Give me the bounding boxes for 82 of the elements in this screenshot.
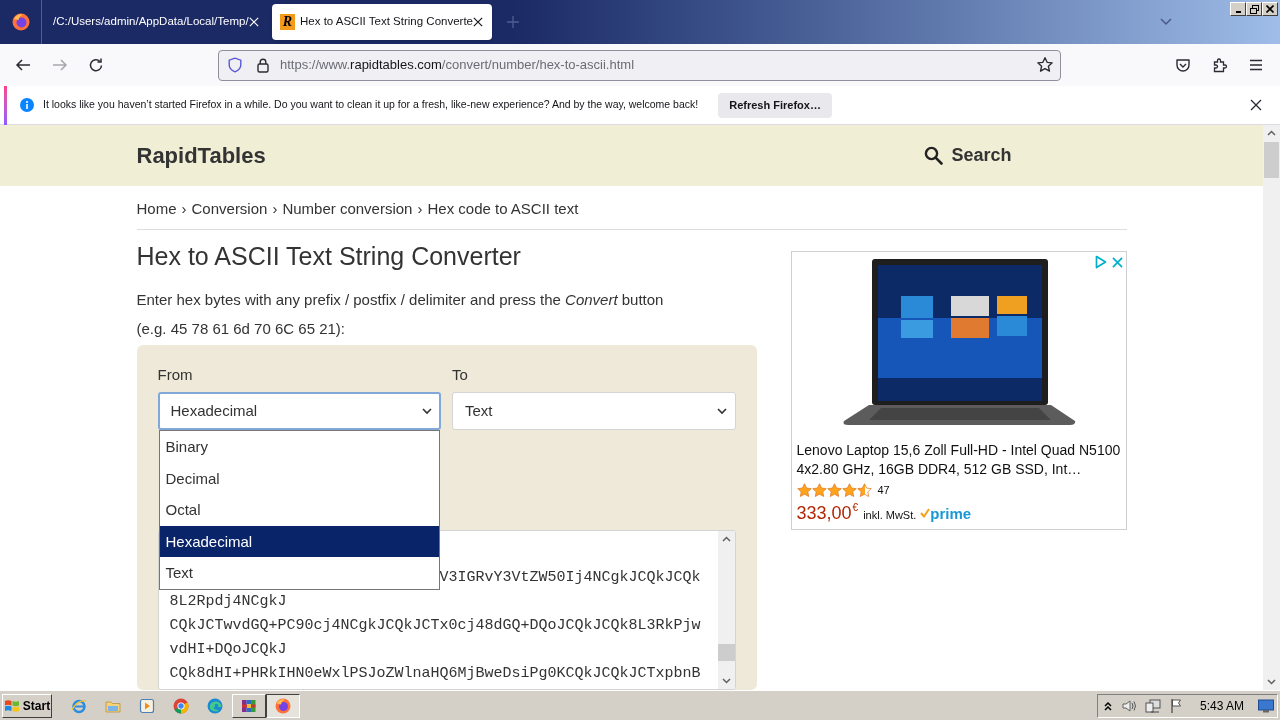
breadcrumb-link[interactable]: Home bbox=[136, 199, 177, 219]
close-button[interactable] bbox=[1262, 2, 1278, 16]
puzzle-piece-icon[interactable] bbox=[1212, 57, 1228, 73]
close-ad-icon[interactable] bbox=[1111, 256, 1123, 268]
dropdown-option[interactable]: Decimal bbox=[159, 462, 439, 494]
monitor-icon[interactable] bbox=[1258, 698, 1274, 713]
pocket-icon[interactable] bbox=[1175, 57, 1191, 73]
reload-icon[interactable] bbox=[88, 57, 104, 73]
page-title: Hex to ASCII Text String Converter bbox=[136, 241, 522, 272]
double-chevron-up-icon[interactable] bbox=[1102, 699, 1113, 712]
notification-message: It looks like you haven’t started Firefox in a while. Do you want to clean it up for a fresh, like-new experience? And by the way, welcome back! bbox=[43, 97, 699, 113]
review-count[interactable]: 47 bbox=[877, 482, 890, 499]
stacked-books-icon bbox=[241, 697, 257, 714]
browser-tab[interactable]: R Hex to ASCII Text String Converte bbox=[272, 4, 492, 40]
example-text: (e.g. 45 78 61 6d 70 6C 65 21): bbox=[136, 319, 346, 339]
page-scrollbar-track[interactable] bbox=[1263, 125, 1280, 690]
ie-logo-icon bbox=[71, 697, 87, 714]
windows-flag-icon bbox=[3, 698, 20, 713]
dropdown-option[interactable]: Hexadecimal bbox=[159, 525, 439, 557]
breadcrumb-link[interactable]: Number conversion bbox=[282, 199, 413, 219]
close-notification-icon[interactable] bbox=[1250, 99, 1262, 111]
checkmark-icon bbox=[920, 508, 931, 518]
dropdown-option[interactable]: Binary bbox=[159, 431, 439, 463]
search-link[interactable]: Search bbox=[951, 142, 1012, 169]
play-icon bbox=[139, 697, 155, 714]
restore-button[interactable] bbox=[1246, 2, 1262, 16]
close-tab-icon[interactable] bbox=[473, 17, 483, 27]
address-bar[interactable]: https://www.rapidtables.com/convert/number/hex-to-ascii.html bbox=[218, 49, 1061, 81]
notification-accent-bar bbox=[4, 85, 7, 125]
play-triangle-icon[interactable] bbox=[1094, 255, 1107, 269]
chevron-down-icon bbox=[422, 407, 432, 415]
breadcrumb-separator: › bbox=[181, 199, 187, 219]
prime-label: prime bbox=[930, 505, 972, 521]
to-select[interactable]: Text bbox=[452, 392, 736, 430]
chevron-down-icon bbox=[716, 407, 727, 415]
scrollbar-thumb[interactable] bbox=[1264, 142, 1279, 178]
star-icon bbox=[796, 482, 812, 498]
breadcrumb-separator: › bbox=[417, 199, 423, 219]
dropdown-option[interactable]: Octal bbox=[159, 494, 439, 526]
price: 333,00€ bbox=[796, 500, 859, 525]
back-arrow-icon[interactable] bbox=[15, 57, 31, 73]
browser-tab[interactable]: /C:/Users/admin/AppData/Local/Temp/ bbox=[42, 0, 270, 44]
half-star-icon bbox=[856, 482, 872, 498]
menu-icon[interactable] bbox=[1248, 57, 1264, 73]
minimize-button[interactable] bbox=[1230, 2, 1246, 16]
info-icon bbox=[20, 98, 34, 112]
firefox-logo-icon[interactable] bbox=[11, 13, 30, 31]
star-icon bbox=[826, 482, 842, 498]
minimize-icon bbox=[1235, 10, 1241, 13]
field-label: To bbox=[452, 365, 469, 385]
ad-product-title[interactable]: Lenovo Laptop 15,6 Zoll Full-HD - Intel Quad N5100 4x2.80 GHz, 16GB DDR4, 512 GB SSD, Int… bbox=[791, 441, 1126, 479]
chevron-down-icon[interactable] bbox=[1160, 18, 1172, 26]
search-icon[interactable] bbox=[924, 146, 944, 165]
site-logo-icon: R bbox=[280, 14, 295, 30]
taskbar-button[interactable] bbox=[266, 693, 300, 718]
from-select[interactable]: Hexadecimal bbox=[157, 392, 441, 430]
tax-note: inkl. MwSt. bbox=[863, 507, 917, 523]
start-button[interactable]: Start bbox=[2, 693, 52, 718]
dropdown-option[interactable]: Text bbox=[159, 557, 439, 589]
field-label: From bbox=[157, 365, 194, 385]
bookmark-star-icon[interactable] bbox=[1036, 56, 1054, 74]
speaker-icon[interactable] bbox=[1120, 697, 1137, 714]
intro-text: Enter hex bytes with any prefix / postfix / delimiter and press the Convert button bbox=[136, 290, 665, 310]
breadcrumb-link[interactable]: Hex code to ASCII text bbox=[427, 199, 579, 219]
lock-icon[interactable] bbox=[255, 57, 271, 73]
shield-icon[interactable] bbox=[227, 57, 243, 73]
star-icon bbox=[841, 482, 857, 498]
edge-logo-icon bbox=[207, 697, 223, 714]
clock: 5:43 AM bbox=[1199, 697, 1244, 715]
breadcrumb-separator: › bbox=[272, 199, 278, 219]
scrollbar-track[interactable] bbox=[717, 531, 735, 689]
scrollbar-thumb[interactable] bbox=[717, 644, 735, 661]
site-logo[interactable]: RapidTables bbox=[136, 139, 266, 172]
forward-arrow-icon bbox=[52, 57, 68, 73]
breadcrumb-link[interactable]: Conversion bbox=[191, 199, 268, 219]
firefox-logo-icon bbox=[275, 697, 291, 714]
restore-icon bbox=[1249, 4, 1259, 14]
close-icon bbox=[1266, 5, 1274, 13]
star-icon bbox=[811, 482, 827, 498]
refresh-firefox-button[interactable]: Refresh Firefox… bbox=[718, 92, 832, 118]
network-computer-icon[interactable] bbox=[1144, 697, 1161, 714]
chrome-logo-icon bbox=[173, 697, 189, 714]
